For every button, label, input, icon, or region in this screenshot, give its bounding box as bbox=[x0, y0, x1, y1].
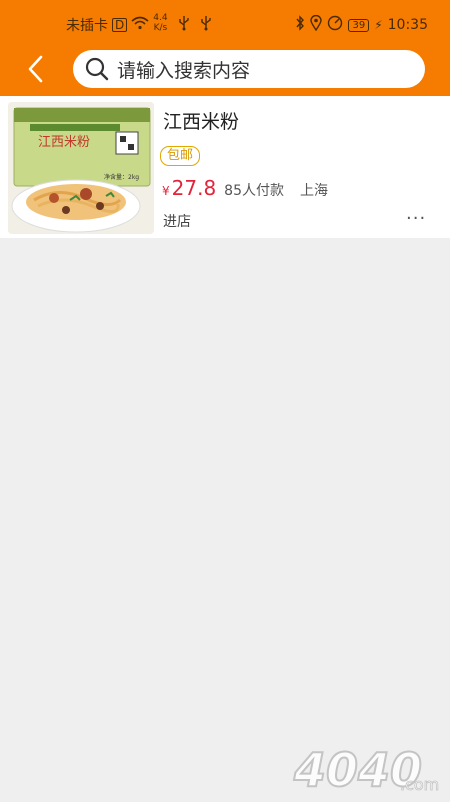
status-left: 未插卡 D 4.4 K/s bbox=[66, 13, 212, 35]
sales-count: 85人付款 bbox=[224, 183, 284, 199]
top-header: 未插卡 D 4.4 K/s 39 ⚡ 10:35 请输入搜索内容 bbox=[0, 0, 450, 96]
battery-icon: 39 bbox=[348, 18, 370, 32]
search-placeholder: 请输入搜索内容 bbox=[117, 59, 251, 82]
status-bar: 未插卡 D 4.4 K/s 39 ⚡ 10:35 bbox=[0, 0, 450, 48]
bluetooth-icon bbox=[295, 15, 305, 35]
product-image[interactable]: 江西米粉 净含量：2kg bbox=[8, 102, 154, 234]
free-shipping-badge: 包邮 bbox=[160, 146, 201, 166]
usb-icon-2 bbox=[200, 15, 212, 35]
status-right: 39 ⚡ 10:35 bbox=[295, 14, 428, 35]
speed-gauge-icon bbox=[327, 15, 343, 35]
location-icon bbox=[310, 14, 323, 35]
wifi-icon bbox=[131, 16, 149, 34]
watermark-suffix: .com bbox=[400, 775, 439, 794]
product-price: 27.8 bbox=[171, 176, 217, 200]
product-title[interactable]: 江西米粉 bbox=[163, 107, 239, 134]
speed-unit: K/s bbox=[153, 23, 168, 33]
enter-store-link[interactable]: 进店 bbox=[163, 211, 191, 231]
clock: 10:35 bbox=[387, 17, 428, 33]
charging-icon: ⚡ bbox=[374, 18, 383, 32]
carrier-text: 未插卡 bbox=[66, 18, 108, 34]
chevron-left-icon bbox=[28, 55, 43, 83]
ship-location: 上海 bbox=[300, 183, 328, 199]
package-label: 江西米粉 bbox=[38, 135, 90, 150]
price-row: ¥ 27.8 85人付款 上海 bbox=[162, 176, 328, 200]
more-options-icon[interactable]: ··· bbox=[406, 208, 426, 229]
sim-icon: D bbox=[112, 18, 128, 32]
usb-icon bbox=[178, 15, 190, 35]
product-card[interactable]: 江西米粉 净含量：2kg 江西米粉 包邮 ¥ 27.8 85人付款 上海 进店 … bbox=[0, 96, 450, 238]
currency-symbol: ¥ bbox=[162, 184, 170, 198]
package-weight: 净含量：2kg bbox=[104, 173, 139, 181]
battery-level: 39 bbox=[352, 19, 366, 31]
search-icon bbox=[85, 57, 109, 81]
speed-value: 4.4 bbox=[153, 13, 168, 23]
site-watermark: 4040 .com bbox=[292, 738, 444, 798]
search-bar[interactable]: 请输入搜索内容 bbox=[73, 50, 425, 88]
network-speed: 4.4 K/s bbox=[153, 13, 167, 33]
back-button[interactable] bbox=[22, 54, 52, 84]
